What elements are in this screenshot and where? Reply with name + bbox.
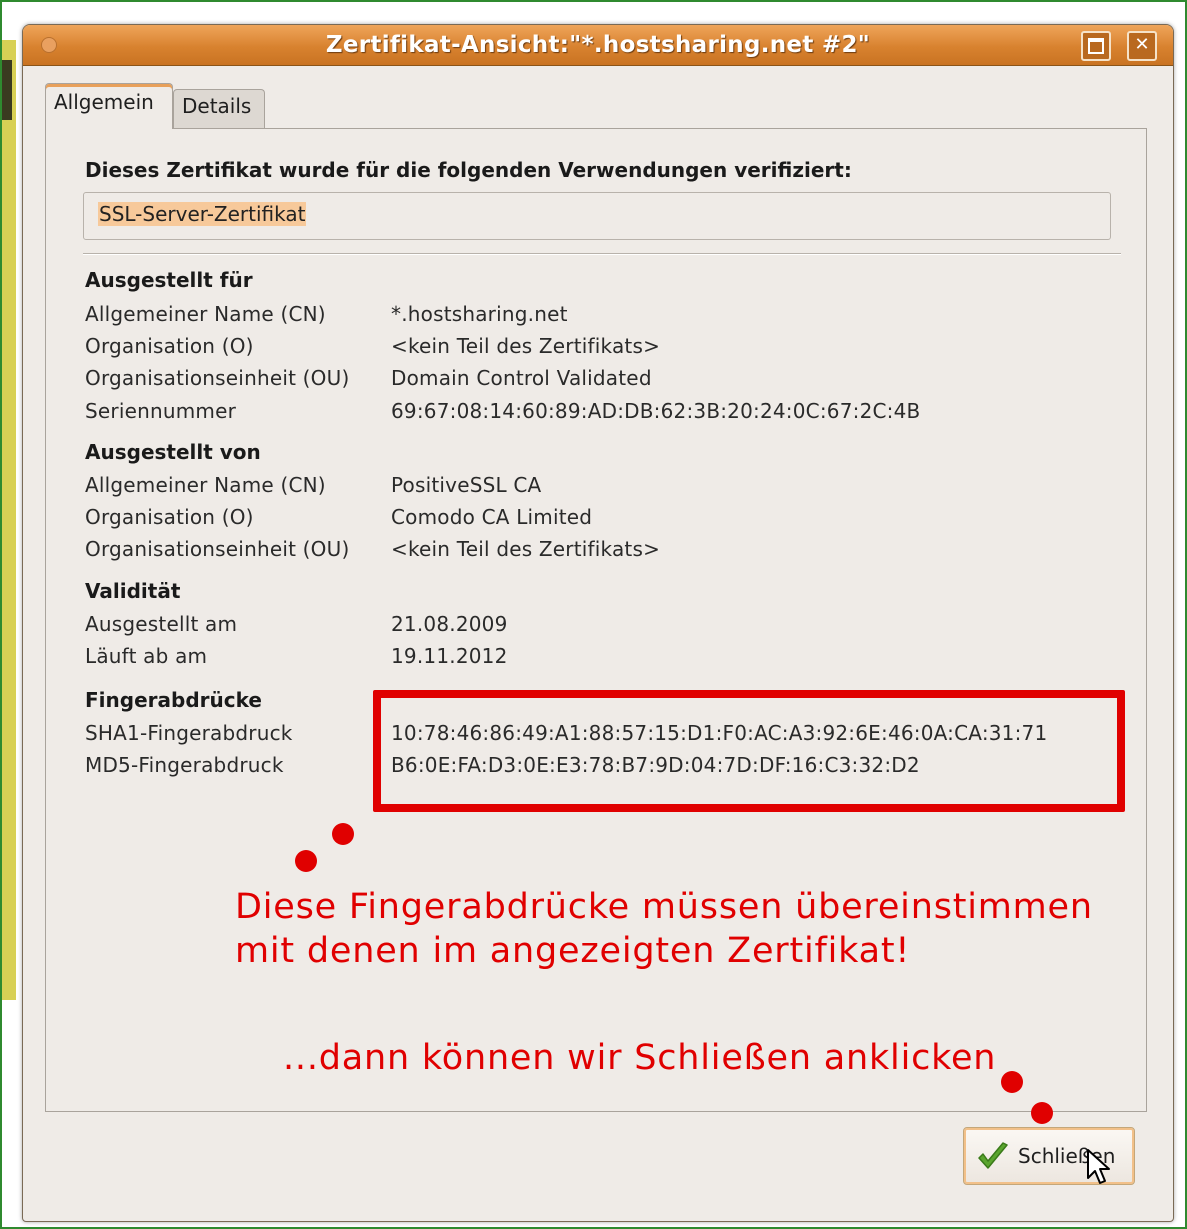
check-icon bbox=[978, 1142, 1008, 1169]
background-window-detail bbox=[2, 60, 12, 120]
title-bar[interactable]: Zertifikat-Ansicht:"*.hostsharing.net #2… bbox=[23, 25, 1173, 66]
maximize-button[interactable] bbox=[1081, 31, 1111, 61]
expires-on-label: Läuft ab am bbox=[85, 644, 208, 668]
annotation-line-1: Diese Fingerabdrücke müssen übereinstimm… bbox=[235, 887, 1093, 927]
issued-by-ou-label: Organisationseinheit (OU) bbox=[85, 537, 350, 561]
annotation-dot bbox=[332, 823, 354, 845]
issued-on-value: 21.08.2009 bbox=[391, 612, 508, 636]
annotation-dot bbox=[1031, 1102, 1053, 1124]
fingerprints-heading: Fingerabdrücke bbox=[85, 688, 262, 712]
issued-by-o-label: Organisation (O) bbox=[85, 505, 254, 529]
annotation-line-2: mit denen im angezeigten Zertifikat! bbox=[235, 931, 911, 971]
certificate-viewer-window: Zertifikat-Ansicht:"*.hostsharing.net #2… bbox=[22, 24, 1174, 1222]
annotation-line-3: ...dann können wir Schließen anklicken bbox=[283, 1038, 997, 1078]
maximize-icon bbox=[1088, 38, 1104, 54]
tab-allgemein[interactable]: Allgemein bbox=[45, 83, 173, 129]
issued-to-heading: Ausgestellt für bbox=[85, 268, 253, 292]
background-window-edge bbox=[2, 40, 16, 1000]
issued-by-cn-label: Allgemeiner Name (CN) bbox=[85, 473, 326, 497]
usage-item[interactable]: SSL-Server-Zertifikat bbox=[98, 202, 307, 226]
issued-to-cn-value: *.hostsharing.net bbox=[391, 302, 568, 326]
annotation-dot bbox=[295, 850, 317, 872]
mouse-pointer-icon bbox=[1087, 1149, 1110, 1184]
issued-to-cn-label: Allgemeiner Name (CN) bbox=[85, 302, 326, 326]
issued-to-ou-value: Domain Control Validated bbox=[391, 366, 652, 390]
issued-by-heading: Ausgestellt von bbox=[85, 440, 261, 464]
serial-value: 69:67:08:14:60:89:AD:DB:62:3B:20:24:0C:6… bbox=[391, 399, 921, 423]
close-icon: ✕ bbox=[1134, 34, 1150, 55]
serial-label: Seriennummer bbox=[85, 399, 237, 423]
annotation-dot bbox=[1001, 1071, 1023, 1093]
sha1-label: SHA1-Fingerabdruck bbox=[85, 721, 293, 745]
tab-details[interactable]: Details bbox=[173, 89, 265, 129]
md5-label: MD5-Fingerabdruck bbox=[85, 753, 284, 777]
issued-by-ou-value: <kein Teil des Zertifikats> bbox=[391, 537, 661, 561]
validity-heading: Validität bbox=[85, 579, 181, 603]
expires-on-value: 19.11.2012 bbox=[391, 644, 508, 668]
issued-to-o-label: Organisation (O) bbox=[85, 334, 254, 358]
window-title: Zertifikat-Ansicht:"*.hostsharing.net #2… bbox=[325, 32, 871, 58]
divider bbox=[83, 253, 1121, 255]
issued-on-label: Ausgestellt am bbox=[85, 612, 238, 636]
issued-to-o-value: <kein Teil des Zertifikats> bbox=[391, 334, 661, 358]
issued-to-ou-label: Organisationseinheit (OU) bbox=[85, 366, 350, 390]
usage-heading: Dieses Zertifikat wurde für die folgende… bbox=[85, 158, 852, 182]
usage-list[interactable]: SSL-Server-Zertifikat bbox=[83, 192, 1111, 240]
issued-by-o-value: Comodo CA Limited bbox=[391, 505, 593, 529]
issued-by-cn-value: PositiveSSL CA bbox=[391, 473, 542, 497]
fingerprint-highlight-box bbox=[373, 690, 1125, 812]
close-window-button[interactable]: ✕ bbox=[1127, 31, 1157, 61]
